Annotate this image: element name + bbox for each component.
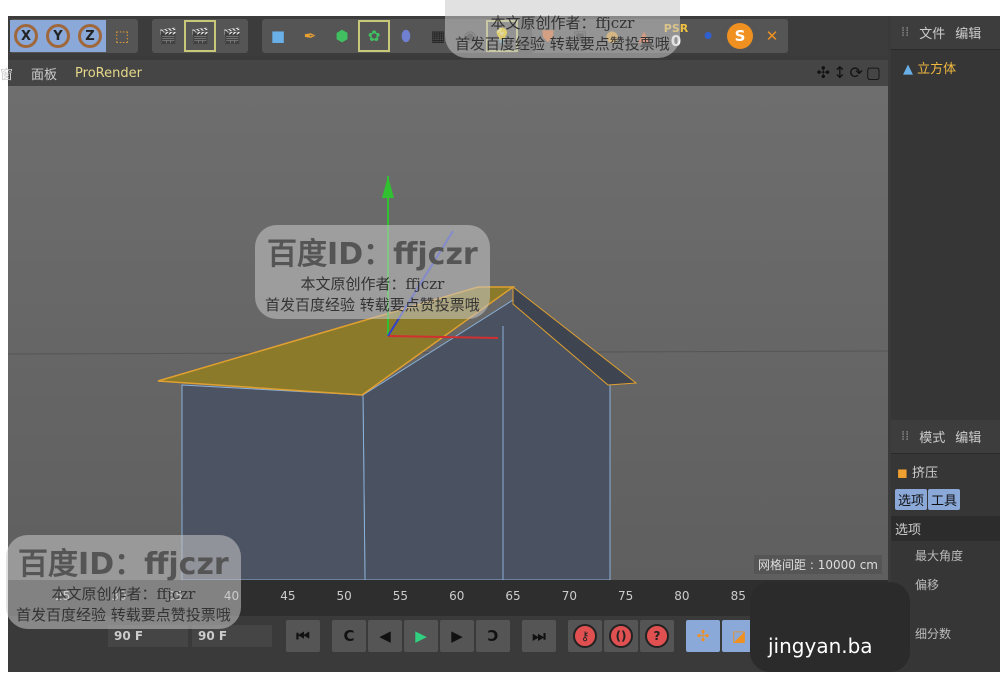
next-key-button[interactable]: Ↄ xyxy=(476,620,510,652)
watermark-center: 百度ID：ffjczr 本文原创作者：ffjczr 首发百度经验 转载要点赞投票… xyxy=(255,225,490,319)
y-axis-toggle[interactable]: Y xyxy=(42,20,74,52)
previous-frame-button[interactable]: ◀ xyxy=(368,620,402,652)
3d-viewport[interactable]: 网格间距 : 10000 cm xyxy=(8,86,888,580)
keyframe-selection-button[interactable]: ? xyxy=(640,620,674,652)
object-manager-header: ⁞⁞ 文件 编辑 xyxy=(891,16,1000,50)
timeline-tick: 60 xyxy=(449,589,465,603)
go-to-end-button[interactable]: ⏭ xyxy=(522,620,556,652)
pen-icon[interactable]: ✒ xyxy=(294,20,326,52)
timeline-tick: 55 xyxy=(392,589,409,603)
y-axis-arrow xyxy=(382,176,394,198)
array-icon[interactable]: ✿ xyxy=(358,20,390,52)
dynamics-icon[interactable]: ⚫ xyxy=(692,20,724,52)
grip-icon[interactable]: ⁞⁞ xyxy=(901,429,909,444)
x-axis-toggle[interactable]: X xyxy=(10,20,42,52)
play-button[interactable]: ▶ xyxy=(404,620,438,652)
watermark-jingyan: jingyan.ba xyxy=(750,582,910,672)
s-plugin-icon[interactable]: S xyxy=(724,20,756,52)
object-icon: ▲ xyxy=(903,62,918,77)
options-tab[interactable]: 选项 xyxy=(895,489,928,510)
menu-prorender[interactable]: ProRender xyxy=(75,66,142,81)
timeline-tick: 70 xyxy=(561,589,577,603)
extrude-icon: ◼ xyxy=(897,466,912,481)
menu-window[interactable]: 窗 xyxy=(0,64,13,83)
render-settings-icon[interactable]: 🎬 xyxy=(216,20,248,52)
previous-key-button[interactable]: C xyxy=(332,620,366,652)
tab-mode[interactable]: 模式 xyxy=(919,427,945,446)
tool-tab[interactable]: 工具 xyxy=(928,489,961,510)
record-key-button[interactable]: ⚷ xyxy=(568,620,602,652)
viewport-menubar: 窗 面板 ProRender ✣↕⟳▢ xyxy=(0,60,888,86)
tab-edit[interactable]: 编辑 xyxy=(955,427,981,446)
grid-spacing-label: 网格间距 : 10000 cm xyxy=(754,555,882,574)
subdivision-icon[interactable]: ⬢ xyxy=(326,20,358,52)
object-item-cube[interactable]: ▲ 立方体 xyxy=(891,50,1000,85)
grip-icon[interactable]: ⁞⁞ xyxy=(901,25,909,40)
viewport-nav-icons[interactable]: ✣↕⟳▢ xyxy=(817,63,884,82)
house-model xyxy=(8,176,888,580)
next-frame-button[interactable]: ▶ xyxy=(440,620,474,652)
cube-icon[interactable]: ■ xyxy=(262,20,294,52)
max-angle-field[interactable]: 最大角度 xyxy=(891,541,1000,570)
move-key-button[interactable]: ✣ xyxy=(686,620,720,652)
right-panels: ⁞⁞ 文件 编辑 ▲ 立方体 ⁞⁞ 模式 编辑 ◼ 挤压 选项 工具 选项 最大角… xyxy=(891,16,1000,672)
render-view-icon[interactable]: 🎬 xyxy=(152,20,184,52)
tab-file[interactable]: 文件 xyxy=(919,23,945,42)
timeline-tick: 45 xyxy=(280,589,296,603)
timeline-tick: 75 xyxy=(618,589,634,603)
timeline-tick: 65 xyxy=(505,589,521,603)
z-axis-toggle[interactable]: Z xyxy=(74,20,106,52)
go-to-start-button[interactable]: ⏮ xyxy=(286,620,320,652)
menu-panel[interactable]: 面板 xyxy=(31,64,57,83)
render-picture-viewer-icon[interactable]: 🎬 xyxy=(184,20,216,52)
tab-edit[interactable]: 编辑 xyxy=(955,23,981,42)
coordinate-system-icon[interactable]: ⬚ xyxy=(106,20,138,52)
collapse-icon[interactable]: ✕ xyxy=(756,20,788,52)
watermark-bottom-left: 百度ID：ffjczr 本文原创作者：ffjczr 首发百度经验 转载要点赞投票… xyxy=(6,535,241,629)
section-header: 选项 xyxy=(891,516,1000,541)
auto-key-button[interactable]: () xyxy=(604,620,638,652)
timeline-tick: 50 xyxy=(336,589,352,603)
watermark-top: 本文原创作者：ffjczr 首发百度经验 转载要点赞投票哦 xyxy=(445,0,680,58)
deformer-icon[interactable]: ⬮ xyxy=(390,20,422,52)
timeline-tick: 85 xyxy=(730,589,746,603)
timeline-tick: 80 xyxy=(674,589,690,603)
